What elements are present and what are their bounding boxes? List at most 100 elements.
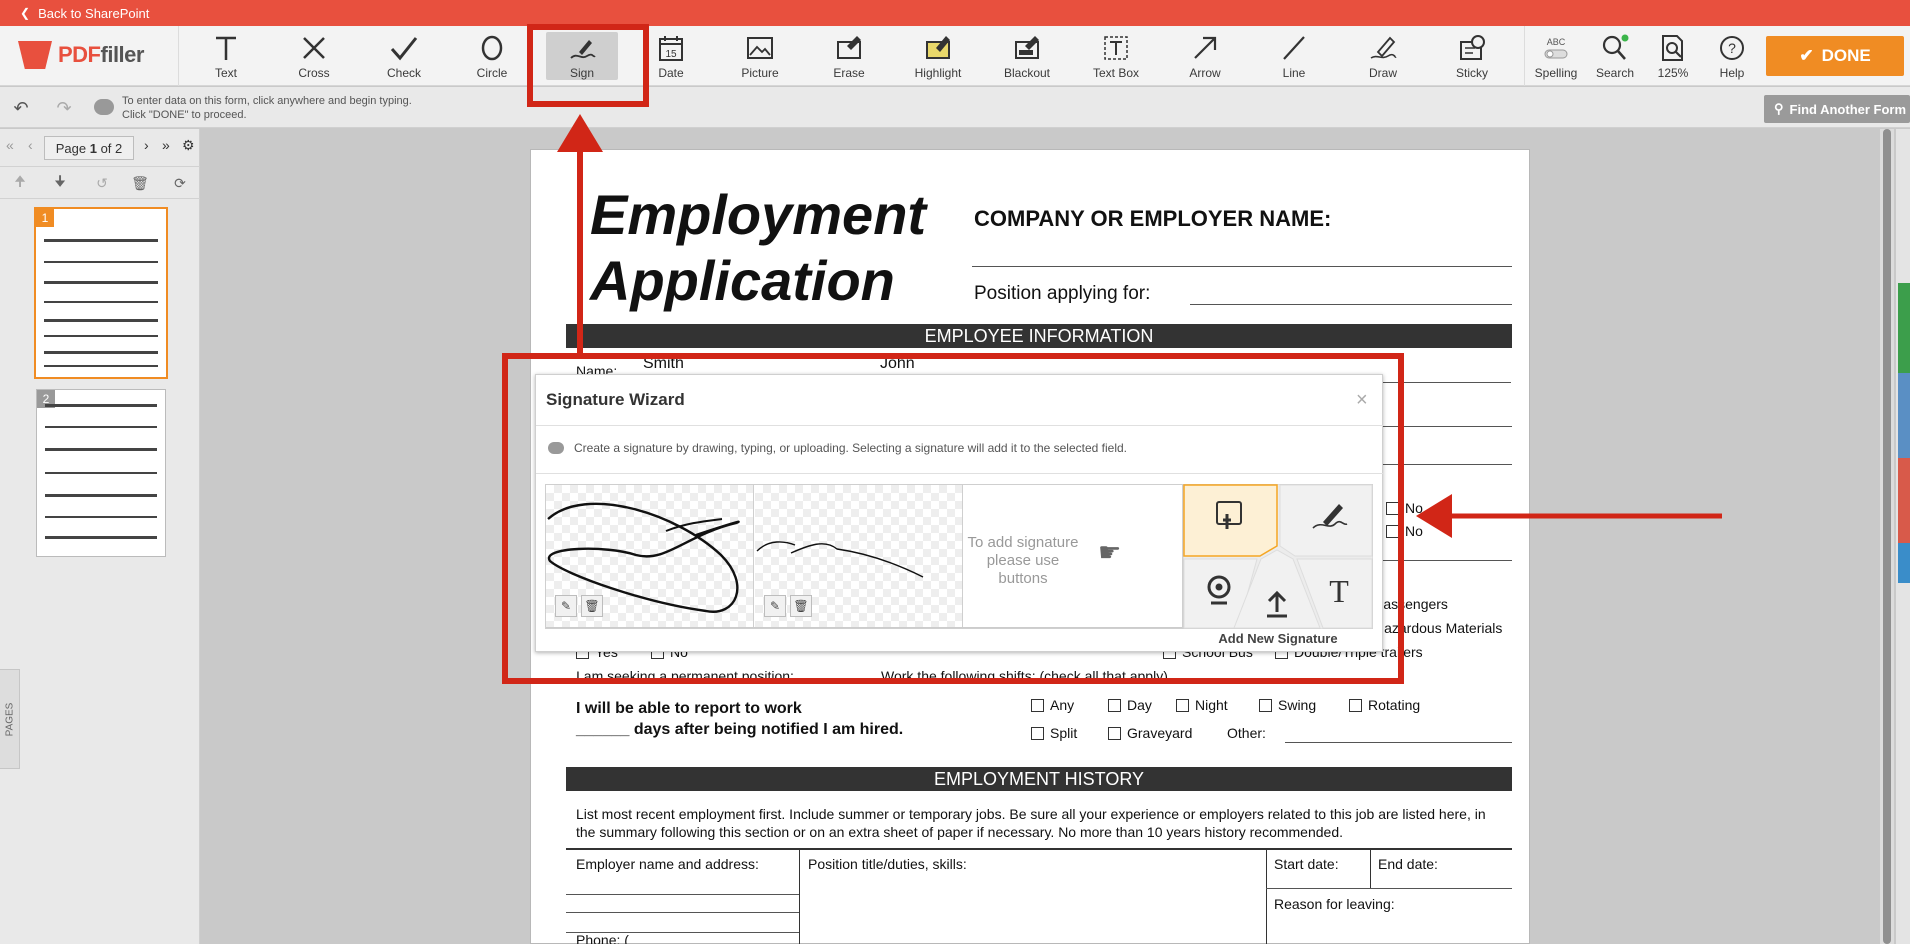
- back-to-sharepoint-link[interactable]: ❮ Back to SharePoint: [0, 0, 1910, 26]
- tool-cross[interactable]: Cross: [270, 26, 358, 86]
- toolbar-divider: [178, 26, 179, 86]
- chevron-left-icon: ❮: [20, 6, 30, 20]
- trash-icon[interactable]: 🗑: [130, 173, 150, 193]
- undo-icon[interactable]: ↶: [10, 97, 32, 119]
- logo-prefix: PDF: [58, 42, 101, 67]
- annotation-box-sign: [527, 24, 649, 107]
- text-box-icon: [1102, 33, 1130, 63]
- done-button[interactable]: ✔ DONE: [1766, 36, 1904, 76]
- move-up-icon[interactable]: 🠉: [10, 173, 30, 193]
- redo-icon[interactable]: ↷: [53, 97, 75, 119]
- other-label: Other:: [1227, 725, 1266, 741]
- tool-erase[interactable]: Erase: [805, 26, 893, 86]
- pages-panel: « ‹ Page 1 of 2 › » ⚙ 🠉 🠋 ↺ 🗑 ⟳ 1 2 PAGE…: [0, 129, 200, 944]
- tool-text-box[interactable]: Text Box: [1072, 26, 1160, 86]
- section-employee-info: EMPLOYEE INFORMATION: [566, 324, 1512, 348]
- shift-any[interactable]: Any: [1031, 697, 1074, 713]
- edge-tab-blue[interactable]: [1898, 373, 1910, 458]
- shift-night[interactable]: Night: [1176, 697, 1228, 713]
- next-page-icon[interactable]: ›: [144, 137, 149, 153]
- tool-sticky-label: Sticky: [1456, 66, 1488, 80]
- find-another-form-button[interactable]: ⚲ Find Another Form: [1764, 95, 1910, 123]
- company-field[interactable]: [972, 266, 1512, 267]
- last-page-icon[interactable]: »: [162, 137, 170, 153]
- rotate-icon[interactable]: ↺: [92, 173, 112, 193]
- hint-line-1: To enter data on this form, click anywhe…: [122, 94, 412, 108]
- page-navigator: « ‹ Page 1 of 2 › » ⚙: [0, 129, 200, 167]
- title-line-2: Application: [590, 248, 926, 314]
- tool-picture[interactable]: Picture: [716, 26, 804, 86]
- hint-text: To enter data on this form, click anywhe…: [122, 94, 412, 122]
- tool-circle[interactable]: Circle: [448, 26, 536, 86]
- tool-sticky[interactable]: Sticky: [1428, 26, 1516, 86]
- tool-draw-label: Draw: [1369, 66, 1397, 80]
- move-down-icon[interactable]: 🠋: [50, 173, 70, 193]
- main-toolbar: PDFfiller Text Cross Check Circle Sign 1…: [0, 26, 1910, 86]
- tool-text[interactable]: Text: [182, 26, 270, 86]
- line-icon: [1280, 33, 1308, 63]
- page-thumbnail-2[interactable]: 2: [36, 389, 166, 557]
- tool-highlight[interactable]: Highlight: [894, 26, 982, 86]
- prev-page-icon[interactable]: ‹: [28, 137, 33, 153]
- tool-blackout-label: Blackout: [1004, 66, 1050, 80]
- report-line-2: ______ days after being notified I am hi…: [576, 721, 903, 739]
- first-page-icon[interactable]: «: [6, 137, 14, 153]
- report-line-1: I will be able to report to work: [576, 700, 802, 718]
- gear-icon[interactable]: ⚙: [182, 137, 195, 154]
- tool-arrow[interactable]: Arrow: [1161, 26, 1249, 86]
- svg-text:?: ?: [1728, 40, 1736, 56]
- date-icon: 15: [658, 33, 684, 63]
- tool-zoom-label: 125%: [1658, 66, 1689, 80]
- draw-icon: [1368, 33, 1398, 63]
- spelling-icon: ABC: [1541, 33, 1571, 63]
- phone-label: Phone: (: [576, 932, 629, 944]
- tool-circle-label: Circle: [477, 66, 508, 80]
- date-icon-number: 15: [665, 49, 677, 60]
- pages-tab[interactable]: PAGES: [0, 669, 20, 769]
- shift-swing[interactable]: Swing: [1259, 697, 1316, 713]
- logo-suffix: filler: [101, 42, 144, 67]
- scrollbar-thumb[interactable]: [1883, 129, 1891, 944]
- edge-tab-blue-2[interactable]: [1898, 543, 1910, 583]
- shift-day[interactable]: Day: [1108, 697, 1152, 713]
- position-col: Position title/duties, skills:: [808, 856, 967, 872]
- tool-picture-label: Picture: [741, 66, 778, 80]
- edge-tab-red[interactable]: [1898, 458, 1910, 543]
- edge-tab-green[interactable]: [1898, 283, 1910, 373]
- check-icon: [389, 33, 419, 63]
- tool-check[interactable]: Check: [360, 26, 448, 86]
- arrow-icon: [1191, 33, 1219, 63]
- cross-icon: [300, 33, 328, 63]
- spelling-abc: ABC: [1547, 37, 1566, 47]
- zoom-icon: [1658, 33, 1688, 63]
- other-field[interactable]: [1285, 742, 1512, 743]
- tool-help[interactable]: ? Help: [1688, 26, 1776, 86]
- find-another-form-label: Find Another Form: [1790, 102, 1907, 117]
- thumbnail-number: 1: [36, 209, 54, 227]
- position-field[interactable]: [1190, 304, 1512, 305]
- shift-rotating[interactable]: Rotating: [1349, 697, 1420, 713]
- tool-text-label: Text: [215, 66, 237, 80]
- page-current: 1: [90, 141, 97, 156]
- shift-split[interactable]: Split: [1031, 725, 1077, 741]
- tool-line[interactable]: Line: [1250, 26, 1338, 86]
- tool-date-label: Date: [658, 66, 683, 80]
- refresh-icon[interactable]: ⟳: [170, 173, 190, 193]
- picture-icon: [746, 33, 774, 63]
- tool-line-label: Line: [1283, 66, 1306, 80]
- position-label: Position applying for:: [974, 283, 1150, 305]
- reason-col: Reason for leaving:: [1274, 896, 1395, 912]
- tool-help-label: Help: [1720, 66, 1745, 80]
- tool-blackout[interactable]: Blackout: [983, 26, 1071, 86]
- hint-line-2: Click "DONE" to proceed.: [122, 108, 412, 122]
- tool-draw[interactable]: Draw: [1339, 26, 1427, 86]
- employment-history-table: Employer name and address: Position titl…: [566, 848, 1512, 944]
- shift-graveyard[interactable]: Graveyard: [1108, 725, 1192, 741]
- page-thumbnail-1[interactable]: 1: [34, 207, 168, 379]
- page-indicator[interactable]: Page 1 of 2: [44, 136, 134, 160]
- tool-arrow-label: Arrow: [1189, 66, 1220, 80]
- logo-mark-icon: [18, 41, 52, 69]
- text-icon: [213, 33, 239, 63]
- vertical-scrollbar[interactable]: [1880, 129, 1894, 944]
- blackout-icon: [1013, 33, 1041, 63]
